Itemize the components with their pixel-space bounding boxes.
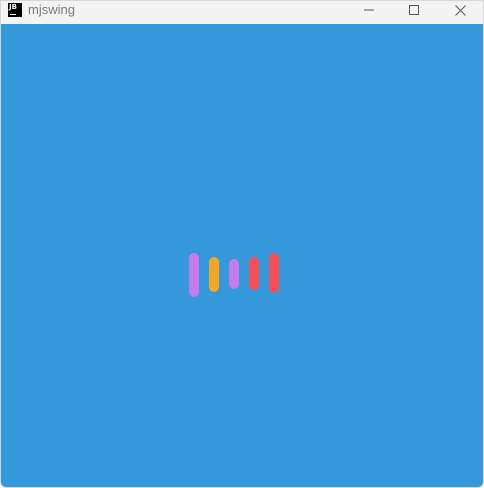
loader-bar [269, 253, 279, 293]
app-icon-text: JB [9, 3, 17, 11]
maximize-icon [409, 5, 419, 15]
title-bar[interactable]: JB mjswing [1, 1, 483, 24]
loader-bar [229, 259, 239, 289]
content-area [1, 24, 483, 487]
minimize-button[interactable] [346, 1, 392, 19]
jetbrains-logo-icon: JB [8, 3, 22, 17]
loading-indicator [1, 24, 483, 487]
close-button[interactable] [437, 1, 483, 19]
loader-bar [189, 253, 199, 297]
maximize-button[interactable] [391, 1, 437, 19]
close-icon [454, 4, 466, 16]
loader-bar [209, 257, 219, 292]
minimize-icon [364, 9, 374, 11]
loader-bar [249, 257, 259, 290]
window-title: mjswing [28, 2, 75, 17]
app-window: JB mjswing [0, 0, 484, 488]
